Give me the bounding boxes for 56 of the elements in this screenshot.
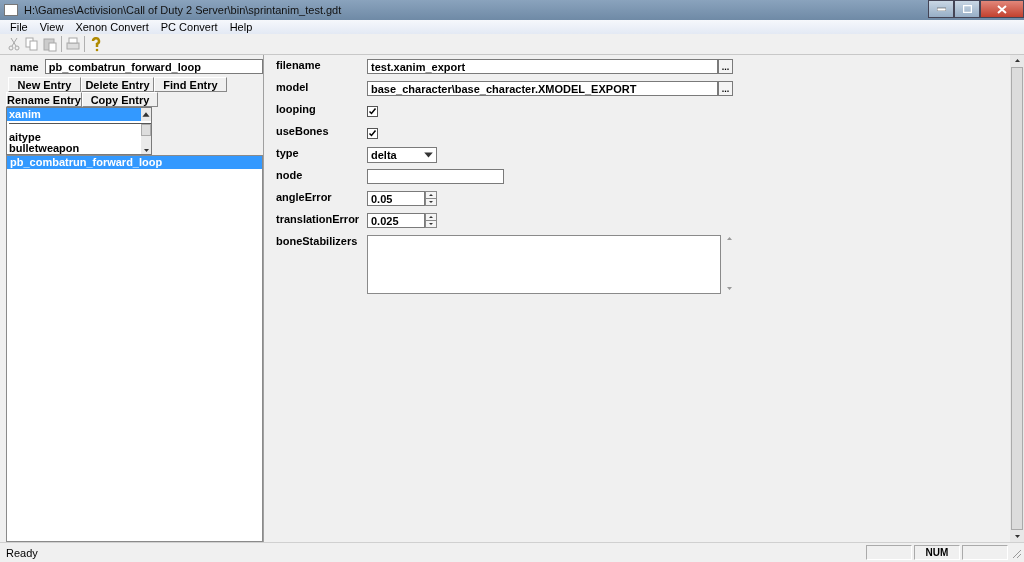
- field-label: filename: [276, 59, 322, 71]
- text-field[interactable]: test.xanim_export: [367, 59, 718, 74]
- menu-item[interactable]: View: [33, 21, 70, 33]
- status-indicator: NUM: [914, 545, 960, 560]
- entry-button[interactable]: Copy Entry: [82, 92, 158, 107]
- number-field[interactable]: 0.05: [367, 191, 425, 206]
- menu-item[interactable]: Help: [223, 21, 259, 33]
- field-label: looping: [276, 103, 317, 115]
- menu-item[interactable]: Xenon Convert: [69, 21, 155, 33]
- entry-button[interactable]: New Entry: [8, 77, 81, 92]
- scroll-down-icon[interactable]: [1013, 533, 1021, 540]
- status-pane: [962, 545, 1008, 560]
- combo-option[interactable]: aitype: [9, 132, 141, 143]
- scroll-thumb[interactable]: [1011, 67, 1023, 530]
- window-title: H:\Games\Activision\Call of Duty 2 Server\bin\sprintanim_test.gdt: [24, 4, 343, 16]
- browse-button[interactable]: ...: [718, 81, 733, 96]
- scroll-arrows-icon: [726, 235, 733, 292]
- field-label: type: [276, 147, 300, 159]
- scroll-up-icon[interactable]: [1013, 57, 1021, 64]
- checkbox[interactable]: [367, 128, 378, 139]
- field-label: angleError: [276, 191, 333, 203]
- maximize-icon: [962, 5, 972, 13]
- close-icon: [997, 4, 1007, 14]
- menu-item[interactable]: PC Convert: [154, 21, 224, 33]
- field-label: name: [10, 60, 39, 73]
- maximize-button[interactable]: [954, 0, 980, 18]
- text-field[interactable]: base_character\base_character.XMODEL_EXPORT: [367, 81, 718, 96]
- status-text: Ready: [6, 546, 39, 559]
- field-label: boneStabilizers: [276, 235, 359, 247]
- field-label: useBones: [276, 125, 330, 137]
- entry-button[interactable]: Delete Entry: [81, 77, 154, 92]
- spinner-icon[interactable]: [425, 191, 437, 206]
- app-icon: [4, 4, 18, 16]
- browse-button[interactable]: ...: [718, 59, 733, 74]
- name-field[interactable]: pb_combatrun_forward_loop: [44, 59, 263, 74]
- type-combo-box[interactable]: xanim aitype bulletweapon: [6, 107, 152, 155]
- spinner-icon[interactable]: [425, 213, 437, 228]
- entry-button[interactable]: Rename Entry: [6, 92, 82, 107]
- field-label: translationError: [276, 213, 361, 225]
- combo-option[interactable]: bulletweapon: [9, 143, 141, 154]
- minimize-icon: [936, 7, 946, 11]
- dropdown-arrow-icon[interactable]: [422, 149, 435, 161]
- menu-item[interactable]: File: [4, 21, 34, 33]
- close-button[interactable]: [980, 0, 1024, 18]
- text-area[interactable]: [367, 235, 721, 294]
- field-label: node: [276, 169, 304, 181]
- checkbox[interactable]: [367, 106, 378, 117]
- scroll-thumb[interactable]: [141, 124, 151, 136]
- text-field[interactable]: [367, 169, 504, 184]
- minimize-button[interactable]: [928, 0, 954, 18]
- status-pane: [866, 545, 912, 560]
- field-label: model: [276, 81, 310, 93]
- entry-button[interactable]: Find Entry: [154, 77, 227, 92]
- number-field[interactable]: 0.025: [367, 213, 425, 228]
- scroll-up-icon[interactable]: [141, 108, 151, 121]
- dropdown[interactable]: delta: [367, 147, 437, 163]
